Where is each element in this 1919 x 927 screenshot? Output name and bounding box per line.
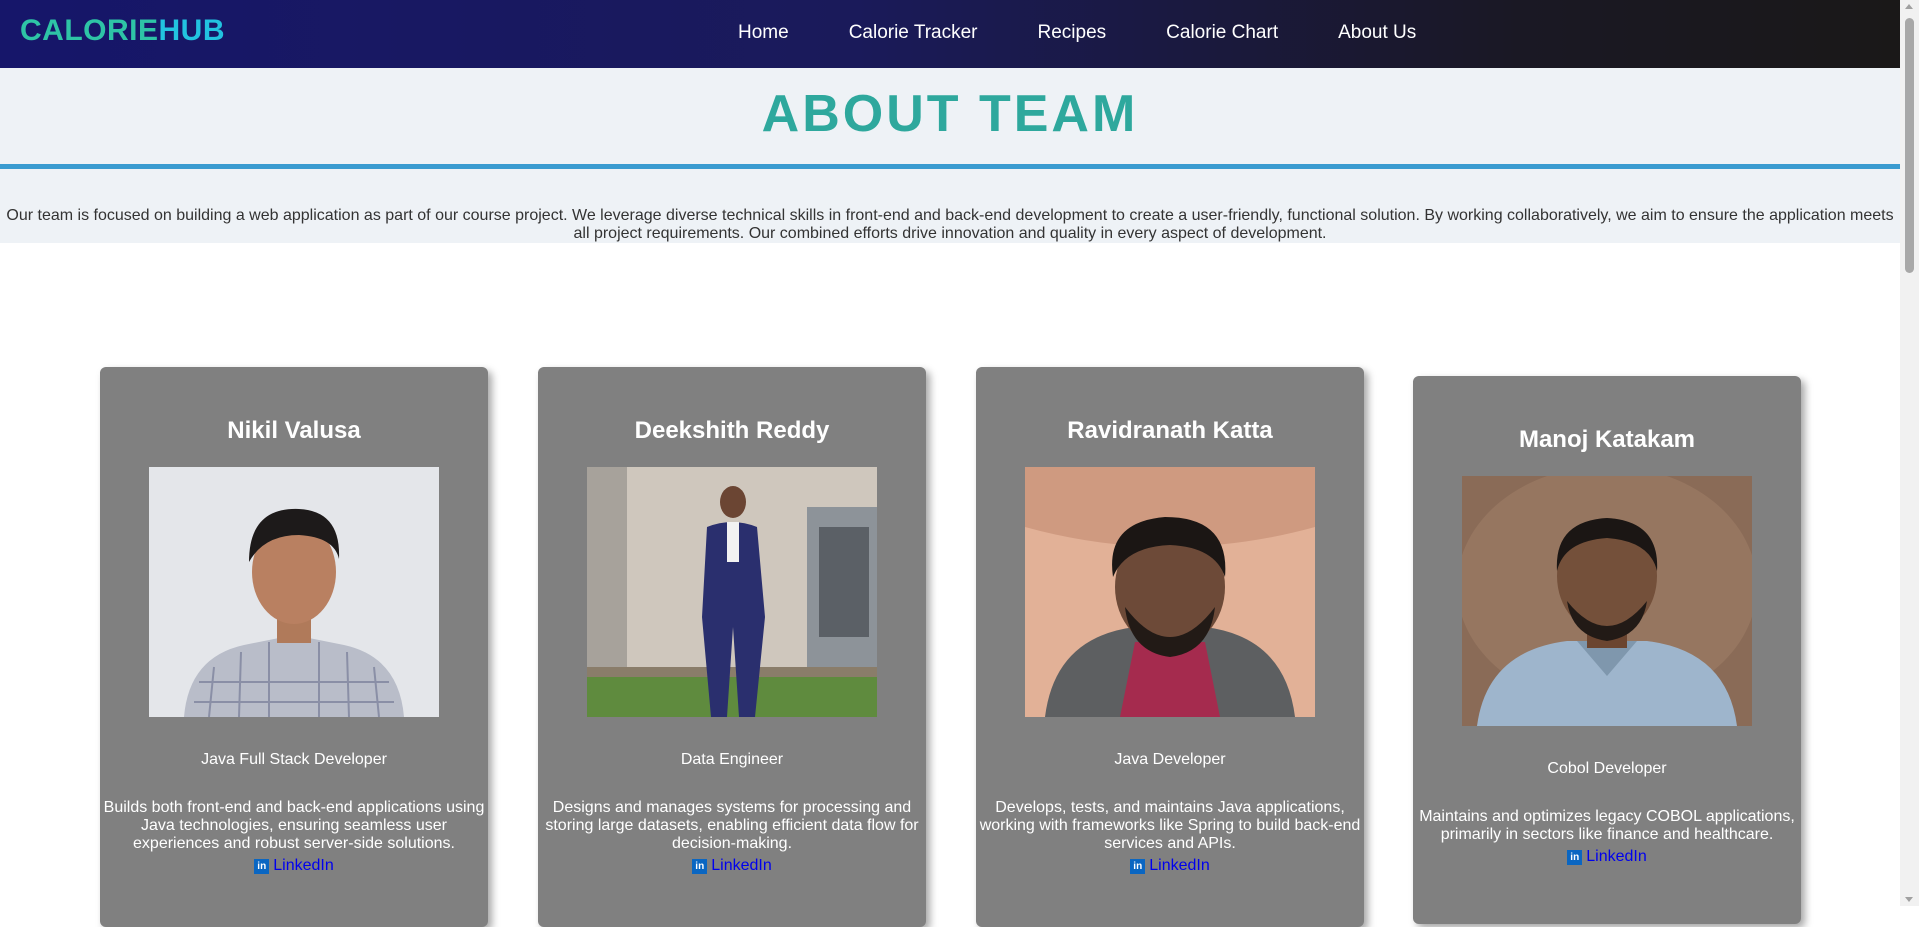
linkedin-link-label: LinkedIn bbox=[711, 857, 772, 874]
team-card: Nikil Valusa Java Full Stack Developer B… bbox=[100, 367, 488, 927]
linkedin-link-label: LinkedIn bbox=[1586, 848, 1647, 865]
linkedin-link-label: LinkedIn bbox=[273, 857, 334, 874]
linkedin-link-label: LinkedIn bbox=[1149, 857, 1210, 874]
member-name: Manoj Katakam bbox=[1518, 426, 1696, 453]
member-role: Java Full Stack Developer bbox=[201, 751, 387, 768]
nav-menu: Home Calorie Tracker Recipes Calorie Cha… bbox=[738, 22, 1476, 44]
linkedin-icon: in bbox=[254, 858, 270, 874]
member-role: Cobol Developer bbox=[1547, 760, 1667, 777]
team-card: Manoj Katakam Cobol Developer Maintains … bbox=[1413, 376, 1801, 924]
member-photo bbox=[1025, 467, 1315, 717]
member-description: Designs and manages systems for processi… bbox=[545, 799, 919, 852]
member-description: Develops, tests, and maintains Java appl… bbox=[979, 799, 1361, 852]
nav-link-home[interactable]: Home bbox=[738, 22, 789, 44]
member-role: Java Developer bbox=[1114, 751, 1226, 768]
scrollbar-thumb[interactable] bbox=[1905, 18, 1914, 273]
page-title: ABOUT TEAM bbox=[761, 85, 1139, 143]
scroll-up-arrow-icon[interactable] bbox=[1905, 4, 1913, 9]
member-description: Maintains and optimizes legacy COBOL app… bbox=[1419, 808, 1795, 843]
member-name: Nikil Valusa bbox=[227, 417, 361, 444]
team-card: Deekshith Reddy Data Engineer Designs an… bbox=[538, 367, 926, 927]
linkedin-icon: in bbox=[1567, 849, 1583, 865]
member-photo bbox=[1462, 476, 1752, 726]
team-card: Ravidranath Katta Java Developer Develop… bbox=[976, 367, 1364, 927]
member-name: Deekshith Reddy bbox=[634, 417, 830, 444]
nav-link-recipes[interactable]: Recipes bbox=[1038, 22, 1107, 44]
vertical-scrollbar[interactable] bbox=[1900, 0, 1919, 906]
member-photo bbox=[587, 467, 877, 717]
brand-logo[interactable]: CALORIEHUB bbox=[20, 14, 225, 48]
linkedin-link[interactable]: in LinkedIn bbox=[1130, 857, 1210, 875]
member-role: Data Engineer bbox=[680, 751, 784, 768]
brand-part-calorie: CALORIE bbox=[20, 14, 159, 47]
nav-link-calorie-tracker[interactable]: Calorie Tracker bbox=[849, 22, 978, 44]
linkedin-link[interactable]: in LinkedIn bbox=[1567, 848, 1647, 866]
linkedin-link[interactable]: in LinkedIn bbox=[254, 857, 334, 875]
nav-link-about-us[interactable]: About Us bbox=[1338, 22, 1416, 44]
member-photo bbox=[149, 467, 439, 717]
linkedin-icon: in bbox=[692, 858, 708, 874]
page-header: ABOUT TEAM bbox=[0, 68, 1900, 169]
member-name: Ravidranath Katta bbox=[1067, 417, 1273, 444]
member-description: Builds both front-end and back-end appli… bbox=[103, 799, 485, 852]
linkedin-icon: in bbox=[1130, 858, 1146, 874]
scroll-down-arrow-icon[interactable] bbox=[1905, 897, 1913, 902]
team-intro-text: Our team is focused on building a web ap… bbox=[0, 169, 1900, 243]
linkedin-link[interactable]: in LinkedIn bbox=[692, 857, 772, 875]
top-navbar: CALORIEHUB Home Calorie Tracker Recipes … bbox=[0, 0, 1900, 68]
nav-link-calorie-chart[interactable]: Calorie Chart bbox=[1166, 22, 1278, 44]
brand-part-hub: HUB bbox=[158, 14, 225, 47]
